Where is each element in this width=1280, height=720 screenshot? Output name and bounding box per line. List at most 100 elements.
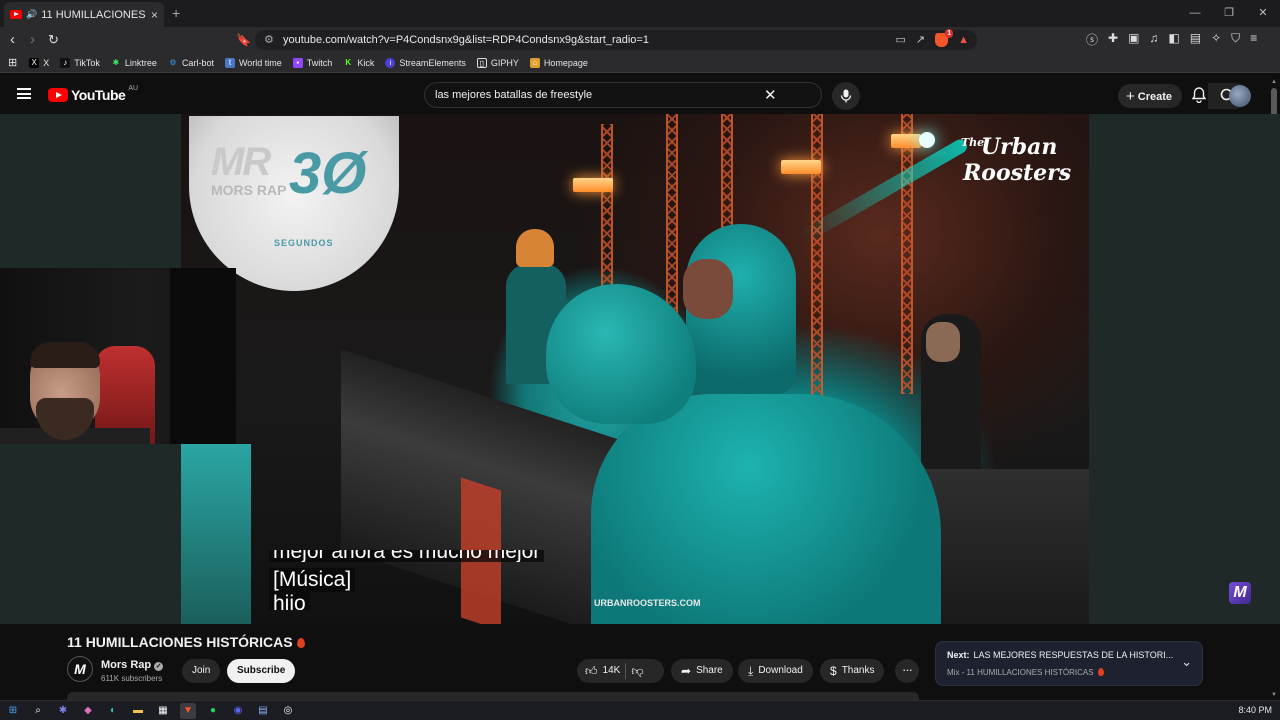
share-button[interactable]: ➦ Share bbox=[671, 659, 733, 683]
maximize-button[interactable]: ❐ bbox=[1212, 0, 1246, 27]
download-button[interactable]: ⤓ Download bbox=[738, 659, 813, 683]
homepage-icon: ⌂ bbox=[529, 57, 540, 68]
site-info-icon[interactable]: ⚙ bbox=[264, 30, 274, 50]
windows-taskbar: ⊞ ⌕ ✱ ◆ ◐ ▬ ▦ ▼ ● ◉ ▤ ◎ 8:40 PM bbox=[0, 700, 1280, 720]
sidebar-icon[interactable]: ◧ bbox=[1168, 31, 1179, 48]
url-field[interactable]: ⚙ youtube.com/watch?v=P4Condsnx9g&list=R… bbox=[255, 29, 977, 50]
new-tab-button[interactable]: + bbox=[172, 5, 180, 21]
spotlight bbox=[919, 132, 935, 148]
screenshot-icon[interactable]: ▣ bbox=[1128, 31, 1139, 48]
scroll-down-arrow-icon[interactable]: ▼ bbox=[1271, 692, 1277, 698]
mix-name: Mix - 11 HUMILLACIONES HISTÓRICAS bbox=[947, 668, 1094, 677]
clear-search-icon[interactable]: ✕ bbox=[764, 86, 777, 104]
discord-icon[interactable]: ◉ bbox=[230, 703, 246, 719]
close-tab-icon[interactable]: × bbox=[151, 8, 158, 22]
caption-line: hijo bbox=[269, 592, 310, 610]
app-icon[interactable]: ▤ bbox=[255, 703, 271, 719]
obs-icon[interactable]: ◎ bbox=[280, 703, 296, 719]
thumbs-up-icon[interactable]: 👍︎ bbox=[585, 659, 598, 683]
brave-browser-icon[interactable]: ▼ bbox=[180, 703, 196, 719]
file-explorer-icon[interactable]: ▬ bbox=[130, 703, 146, 719]
copilot-icon[interactable]: ◆ bbox=[80, 703, 96, 719]
create-button[interactable]: + Create bbox=[1118, 84, 1182, 108]
video-player[interactable]: MR MORS RAP 3Ø SEGUNDOS The Urban Rooste… bbox=[181, 114, 1089, 624]
caption-line-partial: mejor ahora es mucho mejor bbox=[269, 550, 545, 562]
back-icon[interactable]: ‹ bbox=[10, 31, 15, 49]
speaker-icon[interactable]: 🔊 bbox=[26, 9, 37, 20]
logo-30: 3Ø bbox=[289, 141, 367, 206]
channel-name-link[interactable]: Mors Rap ✓ bbox=[101, 659, 164, 671]
channel-avatar[interactable]: M bbox=[67, 656, 93, 682]
chevron-down-icon[interactable]: ⌄ bbox=[1181, 654, 1192, 670]
bookmark-carl-bot[interactable]: ⚙ Carl-bot bbox=[168, 58, 214, 68]
youtube-header: YouTube AU las mejores batallas de frees… bbox=[0, 74, 1280, 114]
next-in-mix-panel[interactable]: Next: LAS MEJORES RESPUESTAS DE LA HISTOR… bbox=[935, 641, 1203, 686]
verified-check-icon: ✓ bbox=[154, 662, 164, 671]
windows-start-icon[interactable]: ⊞ bbox=[5, 703, 21, 719]
thanks-button[interactable]: $ Thanks bbox=[820, 659, 885, 683]
logo-segundos: SEGUNDOS bbox=[274, 238, 334, 248]
plus-icon: + bbox=[1126, 88, 1135, 105]
menu-hamburger-icon[interactable] bbox=[17, 88, 31, 99]
store-icon[interactable]: ▦ bbox=[155, 703, 171, 719]
search-box[interactable]: las mejores batallas de freestyle ✕ bbox=[424, 82, 1248, 109]
search-input[interactable]: las mejores batallas de freestyle bbox=[435, 89, 592, 101]
voice-search-button[interactable] bbox=[832, 82, 860, 110]
bookmark-streamelements[interactable]: ı StreamElements bbox=[385, 57, 466, 68]
vpn-icon[interactable]: ⓢ bbox=[1086, 31, 1098, 48]
youtube-logo[interactable]: YouTube AU bbox=[48, 85, 138, 103]
extensions-icon[interactable]: ✚ bbox=[1108, 31, 1118, 48]
stage-light bbox=[891, 134, 921, 148]
shield-outline-icon[interactable]: ⛉ bbox=[1231, 31, 1240, 48]
bookmark-kick[interactable]: K Kick bbox=[343, 58, 374, 68]
reload-icon[interactable]: ↻ bbox=[48, 31, 59, 49]
bookmark-giphy[interactable]: ▯ GIPHY bbox=[476, 57, 519, 68]
minimize-button[interactable]: — bbox=[1178, 0, 1212, 27]
brave-rewards-icon[interactable]: ▲ bbox=[958, 30, 969, 50]
microphone-icon bbox=[840, 89, 852, 103]
like-count[interactable]: 14K bbox=[603, 659, 621, 683]
apps-grid-icon[interactable]: ⊞ bbox=[8, 56, 17, 69]
bookmark-page-icon[interactable]: 🔖 bbox=[236, 31, 251, 49]
url-text: youtube.com/watch?v=P4Condsnx9g&list=RDP… bbox=[283, 34, 649, 46]
bookmark-homepage[interactable]: ⌂ Homepage bbox=[529, 57, 588, 68]
giphy-icon: ▯ bbox=[476, 57, 487, 68]
join-button[interactable]: Join bbox=[182, 659, 221, 683]
account-avatar[interactable] bbox=[1229, 85, 1251, 107]
share-page-icon[interactable]: ↗ bbox=[916, 30, 925, 50]
thumbs-down-icon[interactable]: 👎︎ bbox=[631, 659, 643, 683]
bookmark-linktree[interactable]: ✱ Linktree bbox=[111, 58, 157, 68]
subscriber-count: 611K subscribers bbox=[101, 674, 163, 683]
bookmark-twitch[interactable]: ▪ Twitch bbox=[292, 57, 332, 68]
brave-shield-icon[interactable]: 1 bbox=[935, 29, 954, 47]
logo-mors-rap: MORS RAP bbox=[211, 182, 287, 198]
search-icon[interactable]: ⌕ bbox=[30, 703, 46, 719]
urban-roosters-logo: The Urban Roosters bbox=[959, 132, 1077, 192]
cast-icon[interactable]: ▭ bbox=[895, 30, 905, 50]
edge-icon[interactable]: ◐ bbox=[105, 703, 121, 719]
more-actions-button[interactable]: ··· bbox=[895, 659, 919, 683]
browser-tab-youtube[interactable]: 🔊 11 HUMILLACIONES HISTÓRI × bbox=[4, 2, 164, 27]
subscribe-button[interactable]: Subscribe bbox=[227, 659, 296, 683]
teams-icon[interactable]: ✱ bbox=[55, 703, 71, 719]
bookmark-world-time[interactable]: t World time bbox=[224, 57, 282, 68]
bookmark-x[interactable]: XX bbox=[29, 57, 49, 68]
spotify-icon[interactable]: ● bbox=[205, 703, 221, 719]
description-box-edge[interactable] bbox=[67, 692, 919, 700]
close-window-button[interactable]: ✕ bbox=[1246, 0, 1280, 27]
notifications-button[interactable] bbox=[1191, 87, 1207, 108]
media-icon[interactable]: ♫ bbox=[1149, 31, 1158, 48]
taskbar-icons: ⊞ ⌕ ✱ ◆ ◐ ▬ ▦ ▼ ● ◉ ▤ ◎ bbox=[5, 703, 296, 719]
forward-icon[interactable]: › bbox=[30, 31, 35, 49]
leo-ai-icon[interactable]: ✧ bbox=[1211, 31, 1221, 48]
mix-name-line: Mix - 11 HUMILLACIONES HISTÓRICAS bbox=[947, 667, 1104, 677]
streamer-hair bbox=[30, 342, 100, 368]
bookmark-tiktok[interactable]: ♪ TikTok bbox=[60, 57, 100, 68]
tab-title: 11 HUMILLACIONES HISTÓRI bbox=[41, 8, 147, 21]
channel-watermark-badge[interactable]: M bbox=[1229, 582, 1251, 604]
wallet-icon[interactable]: ▤ bbox=[1190, 31, 1201, 48]
address-toolbar: ‹ › ↻ 🔖 ⚙ youtube.com/watch?v=P4Condsnx9… bbox=[0, 27, 1280, 53]
video-watermark: URBANROOSTERS.COM bbox=[594, 598, 701, 608]
scroll-up-arrow-icon[interactable]: ▲ bbox=[1271, 79, 1277, 85]
menu-icon[interactable]: ≡ bbox=[1250, 31, 1257, 48]
